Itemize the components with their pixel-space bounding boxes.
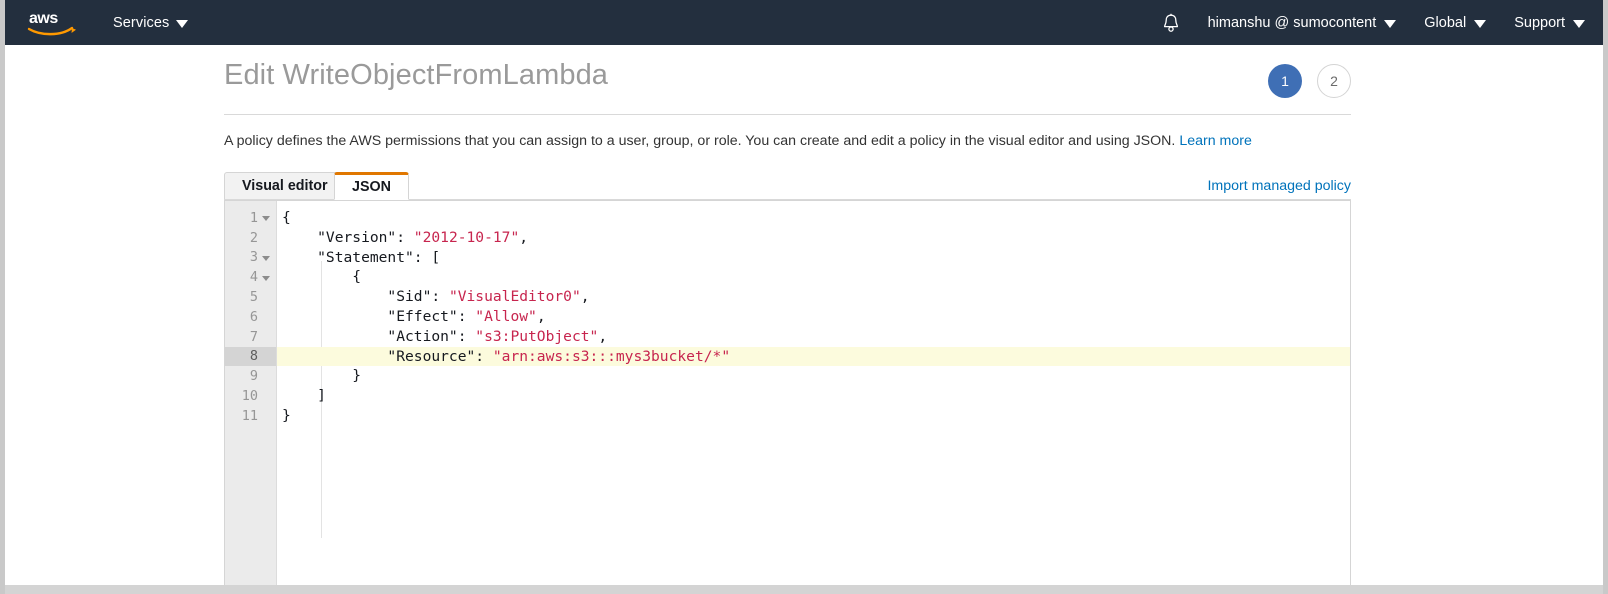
editor-code-area[interactable]: { "Version": "2012-10-17", "Statement": … — [277, 201, 1350, 594]
step-2-number: 2 — [1330, 73, 1338, 89]
code-line-6: "Effect": "Allow", — [277, 307, 1350, 327]
line-number: 10 — [242, 388, 258, 404]
gutter-line-2: 2 — [225, 228, 276, 248]
code-line-2: "Version": "2012-10-17", — [277, 228, 1350, 248]
region-menu[interactable]: Global — [1424, 15, 1486, 31]
line-number: 1 — [250, 210, 258, 226]
line-number: 4 — [250, 269, 258, 285]
json-string-value: "2012-10-17" — [414, 229, 519, 246]
gutter-line-7: 7 — [225, 327, 276, 347]
line-number: 2 — [250, 230, 258, 246]
aws-top-navigation: aws Services himanshu @ sumocontent — [5, 0, 1603, 45]
line-number: 7 — [250, 329, 258, 345]
support-menu[interactable]: Support — [1514, 15, 1585, 31]
description-text: A policy defines the AWS permissions tha… — [224, 133, 1179, 149]
line-number: 11 — [242, 408, 258, 424]
step-indicator-1[interactable]: 1 — [1268, 64, 1302, 98]
gutter-line-11: 11 — [225, 406, 276, 426]
tab-visual-editor-label: Visual editor — [242, 178, 328, 194]
policy-description: A policy defines the AWS permissions tha… — [224, 133, 1252, 149]
title-divider — [224, 114, 1351, 115]
line-number: 8 — [250, 348, 258, 364]
fold-spacer — [262, 354, 270, 359]
code-line-5: "Sid": "VisualEditor0", — [277, 287, 1350, 307]
editor-gutter: 1 2 3 4 5 6 7 8 9 10 11 — [225, 201, 277, 594]
fold-spacer — [262, 394, 270, 399]
line-number: 6 — [250, 309, 258, 325]
tab-json-label: JSON — [352, 179, 391, 195]
gutter-line-9: 9 — [225, 366, 276, 386]
chevron-down-icon — [176, 20, 188, 28]
tab-json[interactable]: JSON — [334, 172, 409, 200]
gutter-line-8: 8 — [225, 347, 276, 367]
gutter-line-5: 5 — [225, 287, 276, 307]
code-line-3: "Statement": [ — [277, 248, 1350, 268]
line-number: 3 — [250, 249, 258, 265]
gutter-line-10: 10 — [225, 386, 276, 406]
line-number: 9 — [250, 368, 258, 384]
gutter-line-4: 4 — [225, 267, 276, 287]
line-number: 5 — [250, 289, 258, 305]
gutter-line-3: 3 — [225, 248, 276, 268]
fold-spacer — [262, 374, 270, 379]
notifications-button[interactable] — [1162, 13, 1180, 33]
fold-spacer — [262, 413, 270, 418]
tab-visual-editor[interactable]: Visual editor — [224, 172, 346, 200]
support-label: Support — [1514, 15, 1565, 31]
fold-arrow-icon[interactable] — [262, 276, 270, 281]
code-line-10: ] — [277, 386, 1350, 406]
chevron-down-icon — [1474, 20, 1486, 28]
step-indicator-2[interactable]: 2 — [1317, 64, 1351, 98]
page-title: Edit WriteObjectFromLambda — [224, 59, 608, 92]
code-line-1: { — [277, 208, 1350, 228]
bottom-bar — [5, 585, 1603, 594]
nav-services-menu[interactable]: Services — [113, 15, 188, 31]
account-menu[interactable]: himanshu @ sumocontent — [1208, 15, 1397, 31]
step-1-number: 1 — [1281, 73, 1289, 89]
nav-services-label: Services — [113, 15, 169, 31]
import-managed-policy-link[interactable]: Import managed policy — [1207, 178, 1351, 194]
code-line-8: "Resource": "arn:aws:s3:::mys3bucket/*" — [277, 347, 1350, 367]
code-line-7: "Action": "s3:PutObject", — [277, 327, 1350, 347]
fold-spacer — [262, 235, 270, 240]
editor-tabs: Visual editor JSON Import managed policy — [224, 172, 1351, 200]
fold-spacer — [262, 334, 270, 339]
fold-arrow-icon[interactable] — [262, 256, 270, 261]
region-label: Global — [1424, 15, 1466, 31]
fold-arrow-icon[interactable] — [262, 216, 270, 221]
json-policy-editor[interactable]: 1 2 3 4 5 6 7 8 9 10 11 { "Version": "2012-10-17",… — [224, 200, 1351, 594]
account-label: himanshu @ sumocontent — [1208, 15, 1377, 31]
code-line-9: } — [277, 366, 1350, 386]
fold-spacer — [262, 314, 270, 319]
chevron-down-icon — [1573, 20, 1585, 28]
json-string-value: "arn:aws:s3:::mys3bucket/*" — [493, 348, 730, 365]
nav-right-group: himanshu @ sumocontent Global Support — [1162, 13, 1585, 33]
json-string-value: "VisualEditor0" — [449, 288, 581, 305]
step-indicator: 1 2 — [1268, 64, 1351, 98]
learn-more-link[interactable]: Learn more — [1179, 133, 1252, 149]
svg-text:aws: aws — [29, 10, 58, 27]
bell-icon — [1162, 13, 1180, 33]
json-string-value: "s3:PutObject" — [475, 328, 598, 345]
json-string-value: "Allow" — [475, 308, 537, 325]
browser-page: aws Services himanshu @ sumocontent — [0, 0, 1608, 594]
main-content: Edit WriteObjectFromLambda 1 2 A policy … — [5, 45, 1603, 594]
code-line-4: { — [277, 267, 1350, 287]
code-line-11: } — [277, 406, 1350, 426]
gutter-line-6: 6 — [225, 307, 276, 327]
aws-logo[interactable]: aws — [27, 8, 79, 38]
aws-logo-icon: aws — [27, 8, 79, 38]
fold-spacer — [262, 295, 270, 300]
chevron-down-icon — [1384, 20, 1396, 28]
gutter-line-1: 1 — [225, 208, 276, 228]
